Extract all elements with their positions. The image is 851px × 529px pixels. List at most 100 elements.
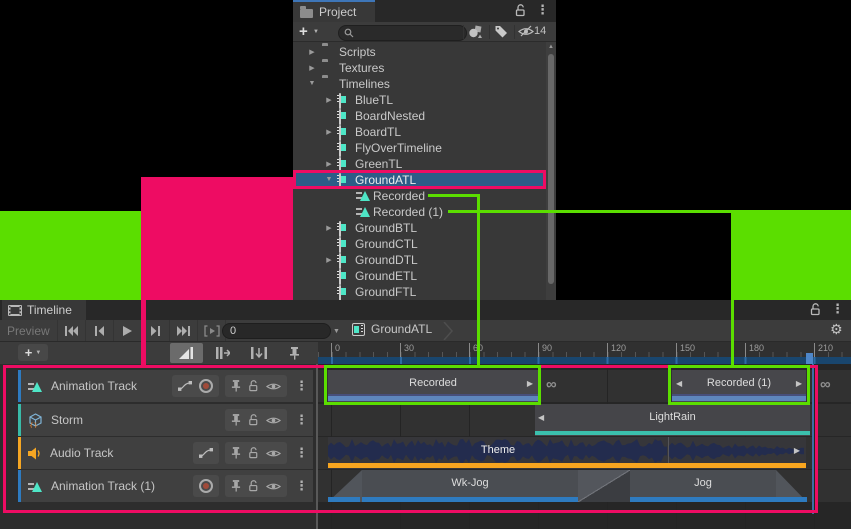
film-icon	[8, 305, 22, 316]
ripple-mode-button[interactable]	[206, 343, 239, 363]
project-search-input[interactable]	[338, 25, 467, 41]
timeline-ruler-row: + ▼ 0 30 60 90 120 150 180 210	[0, 342, 851, 364]
tree-item[interactable]: ▶GroundDTL	[293, 252, 546, 268]
timeline-asset-icon	[339, 269, 341, 285]
timeline-asset-icon	[339, 125, 341, 141]
infinity-hold-icon: ∞	[820, 376, 831, 393]
timeline-asset-icon	[339, 109, 341, 125]
marker-pin-button[interactable]	[281, 343, 307, 363]
breadcrumb-chevron-icon	[443, 322, 454, 340]
expand-arrow[interactable]: ▶	[324, 128, 334, 136]
tree-item[interactable]: ▶BlueTL	[293, 92, 546, 108]
unlock-icon[interactable]	[810, 303, 821, 316]
tree-item[interactable]: FlyOverTimeline	[293, 140, 546, 156]
expand-arrow[interactable]: ▶	[324, 256, 334, 264]
timeline-tab-title: Timeline	[27, 303, 72, 317]
scrollbar-up-arrow-icon[interactable]: ▲	[548, 44, 554, 50]
tree-item[interactable]: ▶ BoardTL	[293, 124, 546, 140]
timeline-asset-icon	[339, 141, 341, 157]
annotation-magenta-connector	[141, 300, 146, 366]
expand-arrow[interactable]: ▶	[307, 64, 317, 72]
track-toolbar: + ▼	[0, 342, 318, 364]
tree-item[interactable]: ▼ Timelines	[293, 76, 546, 92]
unlock-icon[interactable]	[515, 4, 526, 17]
tree-item-label: BoardNested	[355, 109, 425, 123]
create-asset-caret-icon[interactable]: ▼	[313, 29, 319, 35]
breadcrumb-label: GroundATL	[371, 322, 432, 336]
annotation-connector-recorded1-h	[448, 210, 734, 213]
annotation-outline-recorded-clip	[324, 365, 541, 405]
mix-mode-button[interactable]	[170, 343, 203, 363]
annotation-connector-recorded1-v	[731, 210, 734, 365]
annotation-outline-recorded1-clip	[668, 365, 810, 405]
expand-arrow[interactable]: ▶	[324, 224, 334, 232]
tree-item[interactable]: GroundFTL	[293, 284, 546, 300]
panel-menu-kebab-icon[interactable]: ⋮	[831, 301, 844, 317]
previous-frame-button[interactable]	[85, 320, 113, 341]
hidden-count: 14	[534, 25, 546, 37]
timeline-end-marker[interactable]	[806, 353, 813, 364]
frame-field-caret-icon[interactable]: ▼	[333, 328, 340, 335]
breadcrumb[interactable]: GroundATL	[352, 322, 432, 336]
project-tab-title: Project	[319, 5, 356, 19]
ruler-tick-label: 0	[331, 343, 340, 357]
timeline-asset-icon	[339, 253, 341, 269]
tree-item[interactable]: GroundETL	[293, 268, 546, 284]
timeline-asset-icon	[352, 323, 365, 336]
tree-item[interactable]: BoardNested	[293, 108, 546, 124]
ruler-tick-label: 180	[745, 343, 764, 357]
timeline-asset-icon	[339, 285, 341, 301]
timeline-asset-icon	[339, 237, 341, 253]
frame-field[interactable]: 0	[222, 323, 331, 339]
scrollbar-thumb[interactable]	[548, 54, 554, 284]
timeline-tab-bar: Timeline ⋮	[0, 300, 851, 320]
ruler-tick-label: 30	[400, 343, 414, 357]
tree-item-label: BoardTL	[355, 125, 401, 139]
settings-gear-icon[interactable]: ⚙	[830, 321, 843, 338]
ruler-tick-label: 90	[538, 343, 552, 357]
expand-arrow[interactable]: ▶	[324, 96, 334, 104]
search-by-label-tag-icon[interactable]	[494, 25, 508, 39]
replace-mode-button[interactable]	[242, 343, 275, 363]
expand-arrow[interactable]: ▶	[324, 160, 334, 168]
project-tab-bar: Project ⋮	[293, 0, 556, 22]
goto-end-button[interactable]	[169, 320, 197, 341]
caret-down-icon: ▼	[35, 350, 41, 356]
timeline-transport-bar: Preview 0 ▼ GroundATL ⚙	[0, 320, 851, 342]
create-asset-plus-button[interactable]: +	[299, 23, 308, 41]
annotation-connector-recorded-h	[428, 194, 480, 197]
tree-item-label: Recorded	[373, 189, 425, 203]
tree-item-label: GroundBTL	[355, 221, 417, 235]
preview-toggle[interactable]: Preview	[7, 324, 50, 338]
annotation-green-block-left	[0, 211, 141, 300]
tree-item[interactable]: Recorded	[293, 188, 546, 204]
tree-item-label: Timelines	[339, 77, 390, 91]
tree-item[interactable]: ▶ GroundBTL	[293, 220, 546, 236]
ruler-tick-label: 60	[469, 343, 483, 357]
project-panel: Project ⋮ + ▼	[293, 0, 556, 300]
annotation-magenta-block	[141, 177, 293, 300]
expand-arrow[interactable]: ▼	[307, 80, 317, 87]
goto-start-button[interactable]	[57, 320, 85, 341]
play-button[interactable]	[113, 320, 141, 341]
tab-project[interactable]: Project	[293, 0, 375, 22]
time-ruler[interactable]: 0 30 60 90 120 150 180 210	[318, 342, 851, 364]
timeline-asset-icon	[339, 221, 341, 237]
search-by-type-icon[interactable]	[468, 25, 483, 39]
ruler-range-bar[interactable]	[318, 357, 851, 364]
folder-icon	[300, 9, 313, 18]
expand-arrow[interactable]: ▶	[307, 48, 317, 56]
hidden-packages-eye-slash-icon[interactable]	[518, 25, 534, 38]
add-track-button[interactable]: + ▼	[18, 344, 48, 361]
tree-item-label: Scripts	[339, 45, 376, 59]
tab-timeline[interactable]: Timeline	[2, 300, 86, 320]
tree-item[interactable]: ▶Textures	[293, 60, 546, 76]
annotation-connector-recorded-v	[477, 194, 480, 365]
tree-item-label: Recorded (1)	[373, 205, 443, 219]
tree-item-label: GreenTL	[355, 157, 402, 171]
panel-menu-kebab-icon[interactable]: ⋮	[536, 2, 549, 18]
tree-item[interactable]: GroundCTL	[293, 236, 546, 252]
search-icon	[344, 28, 354, 38]
project-scrollbar[interactable]: ▲	[546, 42, 556, 300]
tree-item[interactable]: ▶ Scripts	[293, 44, 546, 60]
